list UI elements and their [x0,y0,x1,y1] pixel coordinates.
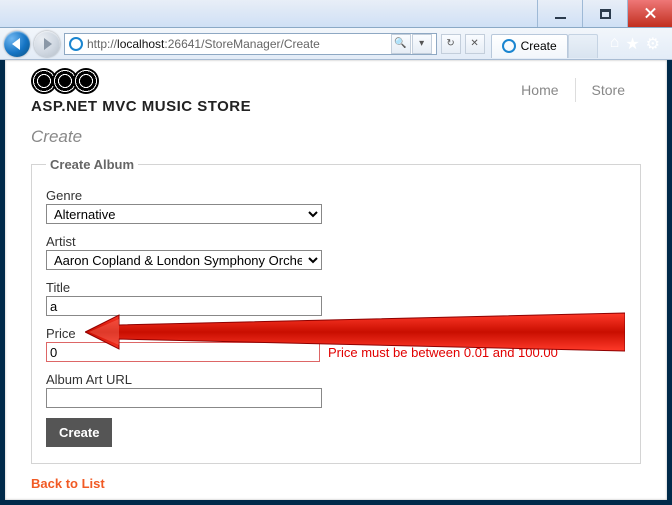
price-input[interactable] [46,342,320,362]
tools-icon[interactable]: ⚙ [646,34,660,54]
back-button[interactable] [4,31,30,57]
create-album-fieldset: Create Album Genre Alternative Artist Aa… [31,157,641,464]
main-nav: Home Store [505,78,641,102]
favorites-icon[interactable]: ★ [625,34,639,54]
genre-select[interactable]: Alternative [46,204,322,224]
new-tab-button[interactable] [568,34,598,58]
home-icon[interactable]: ⌂ [610,34,620,54]
price-label: Price [46,326,626,341]
maximize-button[interactable] [582,0,627,27]
browser-viewport: ASP.NET MVC MUSIC STORE Home Store Creat… [5,60,667,500]
compat-dropdown-icon[interactable]: ▾ [412,34,432,54]
browser-toolbar: http://localhost:26641/StoreManager/Crea… [0,28,672,60]
tab-label: Create [521,39,557,53]
album-art-url-label: Album Art URL [46,372,626,387]
title-input[interactable] [46,296,322,316]
refresh-button[interactable]: ↻ [441,34,461,54]
artist-select[interactable]: Aaron Copland & London Symphony Orchestr… [46,250,322,270]
tab-create[interactable]: Create [491,34,568,58]
price-error: Price must be between 0.01 and 100.00 [328,345,558,360]
forward-button[interactable] [34,31,60,57]
title-label: Title [46,280,626,295]
artist-label: Artist [46,234,626,249]
ie-icon [502,39,516,53]
minimize-button[interactable] [537,0,582,27]
nav-home[interactable]: Home [505,78,574,102]
site-logo [31,68,251,94]
site-title: ASP.NET MVC MUSIC STORE [31,98,251,115]
nav-store[interactable]: Store [575,78,641,102]
page-heading: Create [31,127,641,147]
back-to-list-link[interactable]: Back to List [31,476,105,491]
ie-icon [69,37,83,51]
window-titlebar [0,0,672,28]
stop-button[interactable]: ✕ [465,34,485,54]
search-dropdown-icon[interactable]: 🔍 [391,34,411,54]
close-window-button[interactable] [627,0,672,27]
album-art-url-input[interactable] [46,388,322,408]
create-button[interactable]: Create [46,418,112,447]
tab-strip: Create [491,30,598,58]
genre-label: Genre [46,188,626,203]
address-bar[interactable]: http://localhost:26641/StoreManager/Crea… [64,33,437,55]
url-text: http://localhost:26641/StoreManager/Crea… [87,37,387,51]
fieldset-legend: Create Album [46,157,138,172]
